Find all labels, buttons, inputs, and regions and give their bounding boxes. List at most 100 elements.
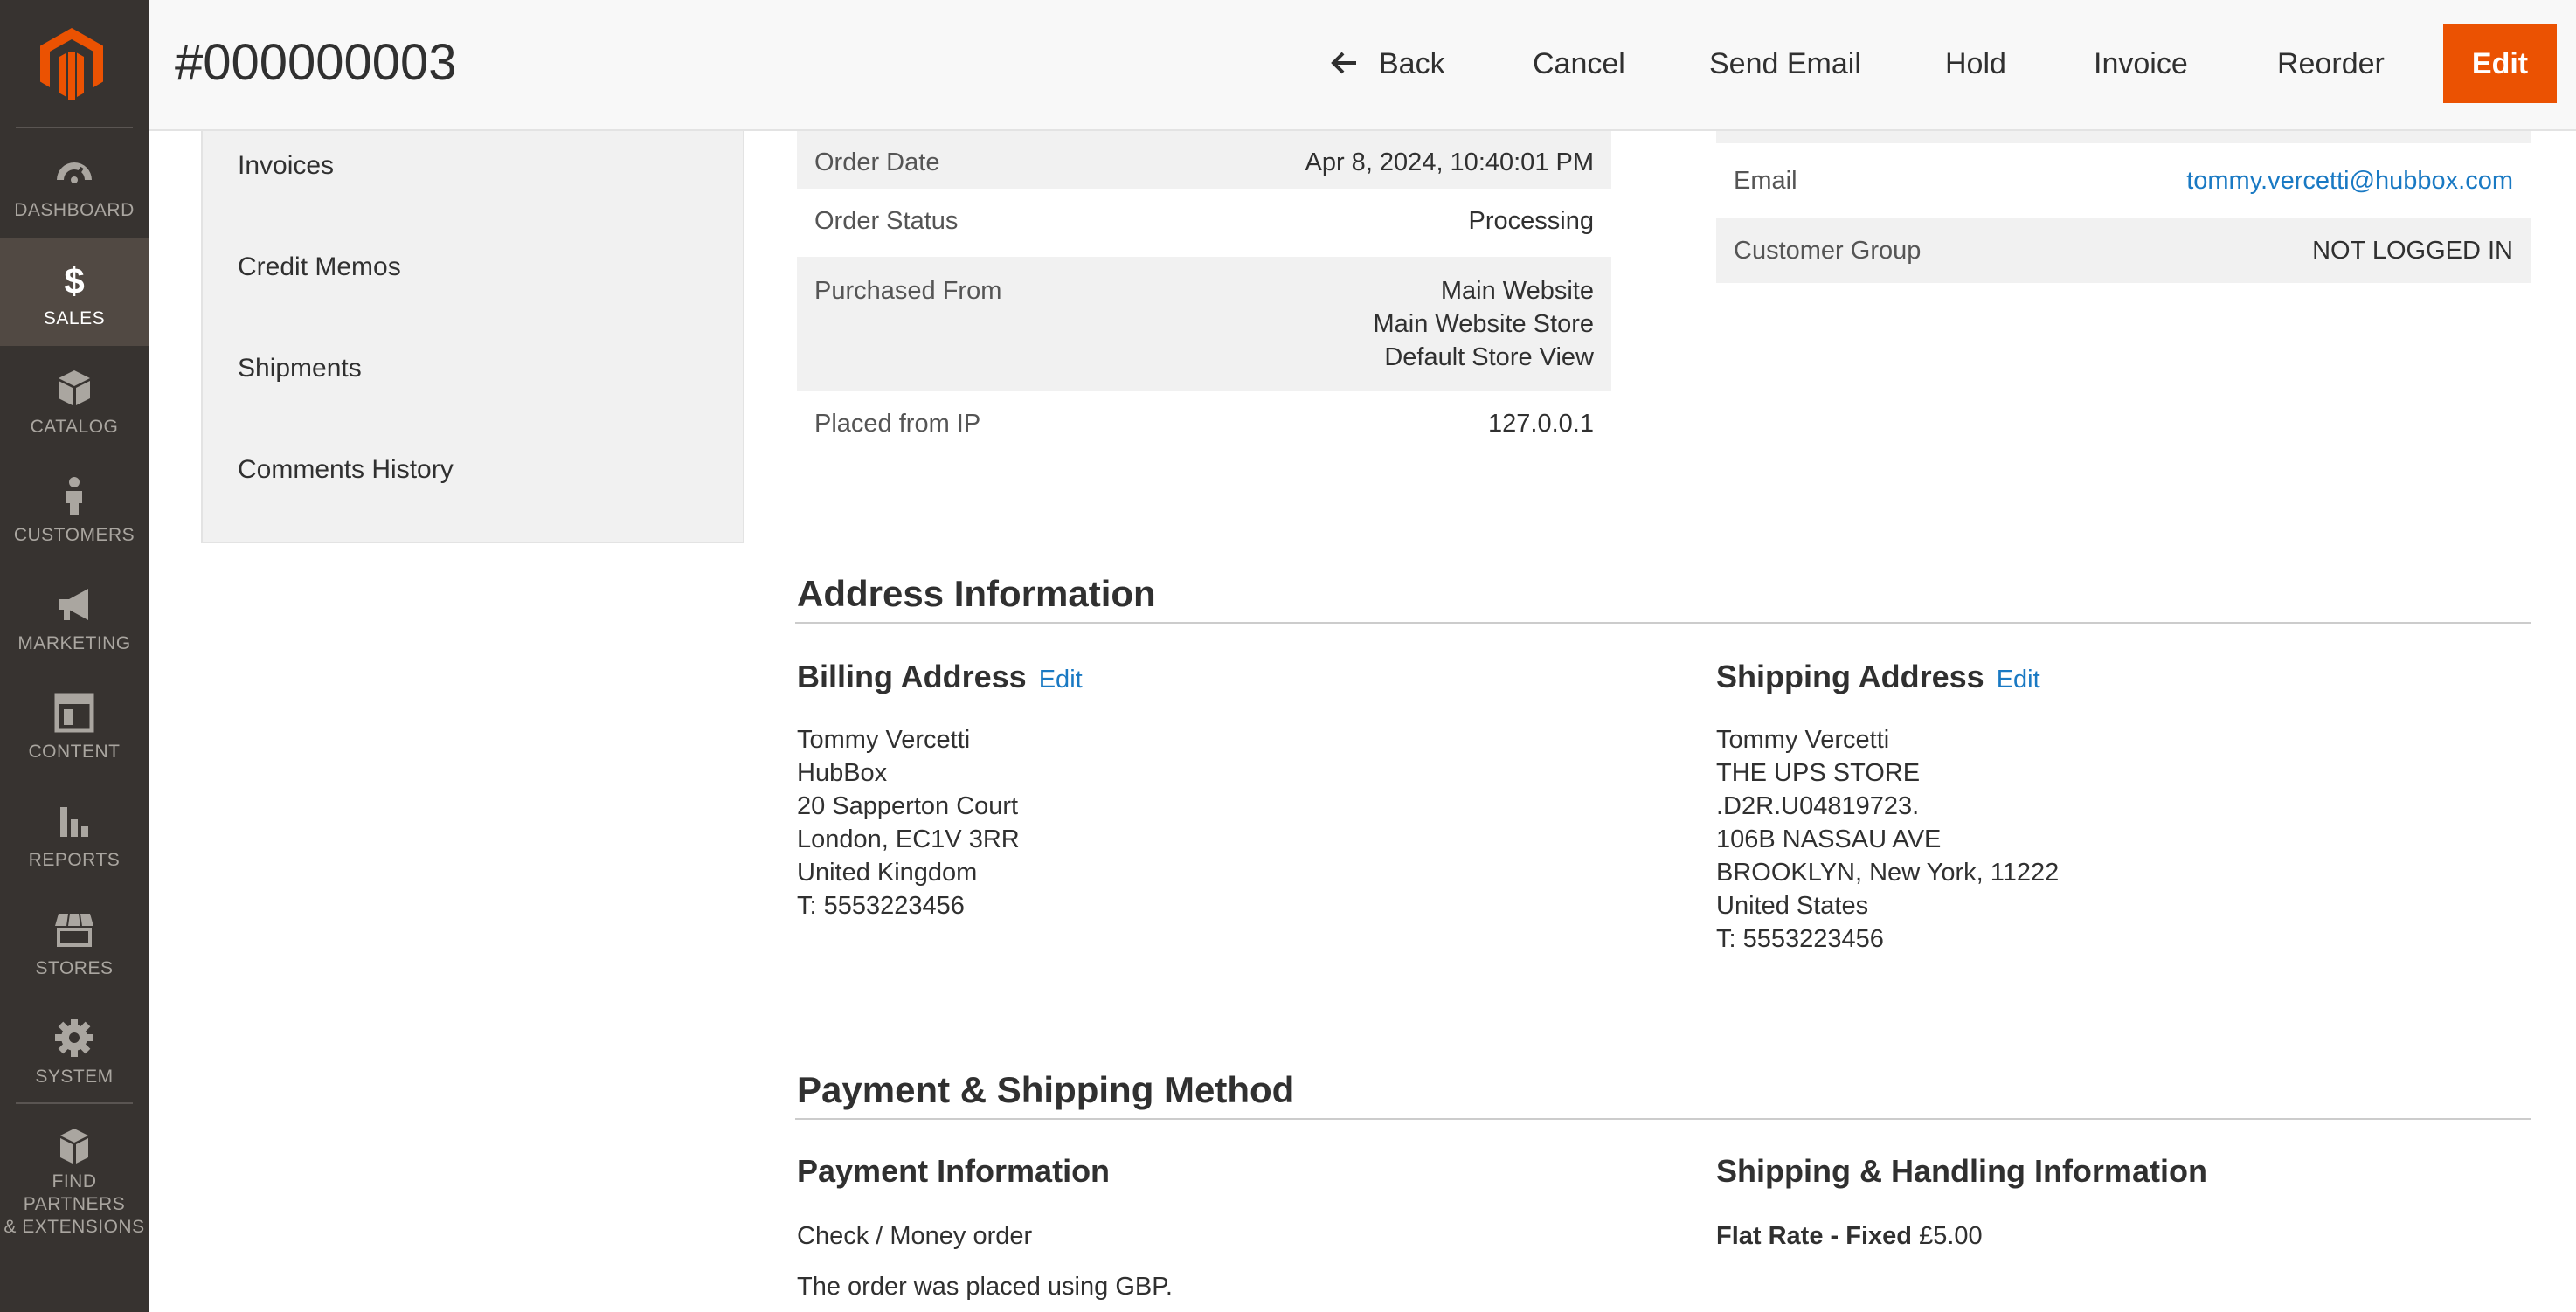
billing-line: United Kingdom xyxy=(797,859,978,887)
shipping-handling-title: Shipping & Handling Information xyxy=(1716,1153,2207,1189)
menu-label: SYSTEM xyxy=(35,1067,114,1087)
shipping-price: £5.00 xyxy=(1919,1222,1983,1250)
reorder-button[interactable]: Reorder xyxy=(2277,35,2385,93)
ip-value: 127.0.0.1 xyxy=(1488,410,1594,438)
menu-item-system[interactable]: SYSTEM xyxy=(0,996,149,1104)
menu-label: SALES xyxy=(43,308,106,328)
hold-button[interactable]: Hold xyxy=(1945,35,2006,93)
menu-item-dashboard[interactable]: DASHBOARD xyxy=(0,129,149,238)
billing-line: T: 5553223456 xyxy=(797,892,965,920)
section-divider xyxy=(795,1118,2531,1120)
shipping-line: THE UPS STORE xyxy=(1716,759,1921,787)
dashboard-icon xyxy=(57,162,92,183)
edit-button[interactable]: Edit xyxy=(2443,24,2557,103)
customer-group-value: NOT LOGGED IN xyxy=(2312,237,2513,265)
menu-label: REPORTS xyxy=(28,850,121,870)
shipping-line: BROOKLYN, New York, 11222 xyxy=(1716,859,2060,887)
order-information-table: Order Date Apr 8, 2024, 10:40:01 PM Orde… xyxy=(797,121,1611,456)
partners-line-1: FIND PARTNERS xyxy=(23,1171,126,1214)
menu-label: MARKETING xyxy=(17,633,131,653)
placed-from-ip-row: Placed from IP 127.0.0.1 xyxy=(797,391,1611,456)
order-date-label: Order Date xyxy=(814,148,940,176)
menu-item-catalog[interactable]: CATALOG xyxy=(0,346,149,454)
shipping-method-line: Flat Rate - Fixed £5.00 xyxy=(1716,1219,1983,1253)
menu-divider xyxy=(16,127,133,128)
customer-email-link[interactable]: tommy.vercetti@hubbox.com xyxy=(2186,164,2513,197)
menu-item-customers[interactable]: CUSTOMERS xyxy=(0,454,149,563)
billing-line: Tommy Vercetti xyxy=(797,726,971,754)
purchased-from-view: Default Store View xyxy=(1384,343,1594,371)
billing-address-title: Billing Address Edit xyxy=(797,657,1083,700)
ip-label: Placed from IP xyxy=(814,410,981,438)
shipping-method-name: Flat Rate - Fixed xyxy=(1716,1222,1912,1250)
menu-item-partners[interactable]: FIND PARTNERS & EXTENSIONS xyxy=(0,1104,149,1237)
menu-item-reports[interactable]: REPORTS xyxy=(0,779,149,887)
order-status-value: Processing xyxy=(1468,207,1594,235)
menu-label: STORES xyxy=(35,958,114,978)
account-row-partial xyxy=(1716,131,2531,143)
shipping-address-heading: Shipping Address xyxy=(1716,659,1984,694)
shipping-line: .D2R.U04819723. xyxy=(1716,792,1920,820)
megaphone-icon xyxy=(59,589,88,620)
billing-address-heading: Billing Address xyxy=(797,659,1027,694)
tab-invoices[interactable]: Invoices xyxy=(238,148,334,183)
magento-logo[interactable] xyxy=(40,28,103,100)
partners-line-2: & EXTENSIONS xyxy=(3,1217,145,1237)
page-title: #000000003 xyxy=(175,34,457,91)
order-view-tabs: Invoices Credit Memos Shipments Comments… xyxy=(201,131,744,543)
menu-label: CUSTOMERS xyxy=(13,525,135,545)
arrow-left-icon xyxy=(1331,52,1356,74)
section-divider xyxy=(795,622,2531,624)
menu-item-content[interactable]: CONTENT xyxy=(0,671,149,779)
shipping-line: T: 5553223456 xyxy=(1716,925,1884,953)
billing-address-block: Tommy Vercetti HubBox 20 Sapperton Court… xyxy=(797,723,1020,922)
order-status-label: Order Status xyxy=(814,207,959,235)
cancel-button[interactable]: Cancel xyxy=(1533,35,1625,93)
tab-shipments[interactable]: Shipments xyxy=(238,351,362,386)
billing-line: HubBox xyxy=(797,759,888,787)
back-button[interactable]: Back xyxy=(1330,35,1445,93)
storefront-icon xyxy=(55,913,93,947)
send-email-button[interactable]: Send Email xyxy=(1709,35,1861,93)
person-icon xyxy=(66,477,82,515)
payment-shipping-title: Payment & Shipping Method xyxy=(797,1069,1295,1110)
shipping-address-edit-link[interactable]: Edit xyxy=(1997,666,2040,694)
invoice-button[interactable]: Invoice xyxy=(2094,35,2188,93)
bar-chart-icon xyxy=(60,807,88,837)
email-label: Email xyxy=(1734,167,1797,195)
email-row: Email tommy.vercetti@hubbox.com xyxy=(1716,143,2531,218)
billing-line: 20 Sapperton Court xyxy=(797,792,1019,820)
menu-label: FIND PARTNERS & EXTENSIONS xyxy=(0,1170,149,1239)
layout-icon xyxy=(54,693,94,733)
cube-icon xyxy=(59,370,90,405)
back-label: Back xyxy=(1379,47,1445,80)
shipping-line: United States xyxy=(1716,892,1869,920)
admin-menu: DASHBOARD $ SALES CATALOG CUSTOMERS MARK… xyxy=(0,0,149,1312)
customer-group-label: Customer Group xyxy=(1734,237,1922,265)
purchased-from-label: Purchased From xyxy=(814,277,1002,305)
menu-item-stores[interactable]: STORES xyxy=(0,887,149,996)
blocks-icon xyxy=(60,1129,88,1164)
payment-information-title: Payment Information xyxy=(797,1153,1111,1189)
payment-method: Check / Money order xyxy=(797,1222,1033,1250)
menu-label: DASHBOARD xyxy=(14,200,135,220)
customer-group-row: Customer Group NOT LOGGED IN xyxy=(1716,218,2531,283)
menu-item-sales[interactable]: $ SALES xyxy=(0,238,149,346)
gear-icon xyxy=(55,1019,93,1057)
tab-credit-memos[interactable]: Credit Memos xyxy=(238,250,401,285)
order-date-row: Order Date Apr 8, 2024, 10:40:01 PM xyxy=(797,131,1611,189)
order-status-row: Order Status Processing xyxy=(797,189,1611,257)
billing-address-edit-link[interactable]: Edit xyxy=(1039,666,1083,694)
page-header: #000000003 Back Cancel Send Email Hold I… xyxy=(149,0,2576,131)
purchased-from-store: Main Website Store xyxy=(1373,310,1594,338)
order-date-value: Apr 8, 2024, 10:40:01 PM xyxy=(1305,148,1595,176)
dollar-icon: $ xyxy=(64,260,84,300)
payment-currency-note: The order was placed using GBP. xyxy=(797,1273,1173,1301)
menu-item-marketing[interactable]: MARKETING xyxy=(0,563,149,671)
shipping-line: Tommy Vercetti xyxy=(1716,726,1890,754)
account-information-table: Email tommy.vercetti@hubbox.com Customer… xyxy=(1716,131,2531,283)
purchased-from-website: Main Website xyxy=(1440,277,1594,305)
purchased-from-row: Purchased From Main Website Main Website… xyxy=(797,257,1611,391)
shipping-address-block: Tommy Vercetti THE UPS STORE .D2R.U04819… xyxy=(1716,723,2059,956)
tab-comments-history[interactable]: Comments History xyxy=(238,452,454,487)
